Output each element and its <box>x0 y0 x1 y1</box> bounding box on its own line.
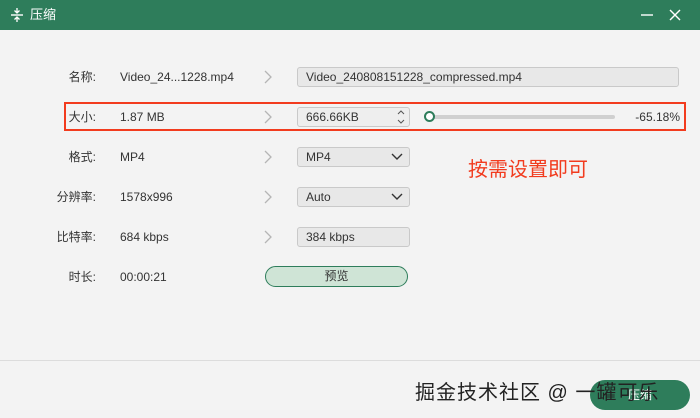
watermark-text: 掘金技术社区 @ 一罐可乐 <box>415 382 660 404</box>
format-label: 格式: <box>68 150 96 164</box>
bitrate-field[interactable]: 384 kbps <box>297 227 410 247</box>
target-size-input[interactable]: 666.66KB <box>297 107 410 127</box>
chevron-right-icon <box>264 110 272 124</box>
chevron-down-icon <box>391 193 403 200</box>
bitrate-label: 比特率: <box>56 230 96 244</box>
footer-divider <box>0 360 700 361</box>
size-slider-thumb[interactable] <box>424 111 435 122</box>
compress-icon <box>11 8 23 22</box>
chevron-right-icon <box>264 70 272 84</box>
format-select[interactable]: MP4 <box>297 147 410 167</box>
spinner-arrows-icon[interactable] <box>395 108 407 126</box>
source-name-value: Video_24...1228.mp4 <box>120 70 234 84</box>
close-icon[interactable] <box>665 5 685 25</box>
target-size-value: 666.66KB <box>306 110 359 124</box>
source-resolution-value: 1578x996 <box>120 190 173 204</box>
title-bar: 压缩 <box>0 0 700 30</box>
chevron-right-icon <box>264 190 272 204</box>
duration-value: 00:00:21 <box>120 270 167 284</box>
resolution-select-value: Auto <box>306 190 331 204</box>
window-title: 压缩 <box>30 7 57 22</box>
output-name-value: Video_240808151228_compressed.mp4 <box>306 70 522 84</box>
preview-button[interactable]: 预览 <box>265 266 408 287</box>
size-label: 大小: <box>68 110 96 124</box>
chevron-down-icon <box>391 153 403 160</box>
chevron-right-icon <box>264 230 272 244</box>
resolution-select[interactable]: Auto <box>297 187 410 207</box>
source-bitrate-value: 684 kbps <box>120 230 169 244</box>
format-select-value: MP4 <box>306 150 331 164</box>
name-label: 名称: <box>68 70 96 84</box>
source-format-value: MP4 <box>120 150 145 164</box>
annotation-text: 按需设置即可 <box>468 159 588 181</box>
resolution-label: 分辨率: <box>56 190 96 204</box>
duration-label: 时长: <box>68 270 96 284</box>
chevron-right-icon <box>264 150 272 164</box>
minimize-icon[interactable] <box>637 5 657 25</box>
bitrate-value: 384 kbps <box>306 230 355 244</box>
size-slider-track[interactable] <box>430 115 615 119</box>
source-size-value: 1.87 MB <box>120 110 165 124</box>
output-name-field[interactable]: Video_240808151228_compressed.mp4 <box>297 67 679 87</box>
size-reduction-percent: -65.18% <box>635 110 680 124</box>
